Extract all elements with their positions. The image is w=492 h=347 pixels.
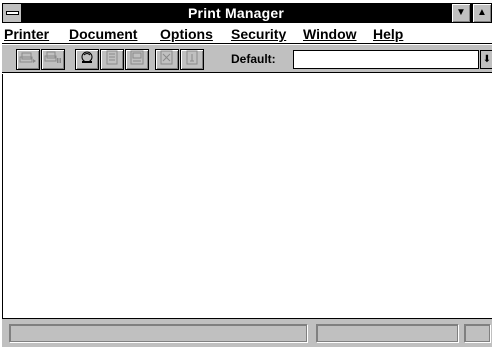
- print-manager-window: Print Manager ▼ ▲ Printer Document Optio…: [0, 0, 492, 347]
- system-menu-bar-glyph: [6, 11, 19, 15]
- pause-document-button[interactable]: [100, 49, 124, 70]
- delete-document-button[interactable]: [155, 49, 179, 70]
- minimize-button[interactable]: ▼: [451, 3, 471, 23]
- resume-document-icon: [130, 50, 144, 65]
- menu-printer[interactable]: Printer: [4, 26, 49, 42]
- printer-properties-button[interactable]: [16, 49, 40, 70]
- document-details-button[interactable]: [75, 49, 99, 70]
- menu-bar: Printer Document Options Security Window…: [2, 24, 492, 44]
- pause-printer-icon: [44, 51, 61, 63]
- status-pane-secondary: [316, 324, 458, 342]
- menu-security-label: Security: [231, 26, 287, 42]
- menu-options-label: Options: [160, 26, 213, 42]
- chevron-down-icon[interactable]: ⬇: [480, 50, 492, 69]
- printer-properties-icon: [19, 52, 36, 63]
- default-printer-select[interactable]: [293, 50, 479, 69]
- title-bar[interactable]: Print Manager ▼ ▲: [2, 3, 492, 23]
- toolbar: Default: ⬇: [2, 45, 492, 73]
- default-printer-label: Default:: [231, 52, 276, 66]
- system-menu-icon[interactable]: [2, 3, 22, 23]
- menu-help-label: Help: [373, 26, 404, 42]
- menu-window-label: Window: [303, 26, 357, 42]
- pause-printer-button[interactable]: [41, 49, 65, 70]
- menu-document[interactable]: Document: [69, 26, 137, 42]
- menu-options[interactable]: Options: [160, 26, 213, 42]
- menu-document-label: Document: [69, 26, 138, 42]
- resume-document-button[interactable]: [125, 49, 149, 70]
- window-title: Print Manager: [188, 5, 284, 21]
- menu-printer-label: Printer: [4, 26, 50, 42]
- menu-security[interactable]: Security: [231, 26, 286, 42]
- menu-help[interactable]: Help: [373, 26, 403, 42]
- status-pane-main: [9, 324, 307, 342]
- document-details-icon: [81, 51, 93, 63]
- status-pane-small: [464, 324, 490, 342]
- delete-document-icon: [160, 50, 173, 65]
- pause-document-icon: [106, 50, 118, 65]
- connect-printer-button[interactable]: [180, 49, 204, 70]
- print-queue-area[interactable]: [2, 74, 492, 318]
- maximize-button[interactable]: ▲: [472, 3, 492, 23]
- menu-window[interactable]: Window: [303, 26, 357, 42]
- status-bar: [2, 318, 492, 347]
- connect-printer-icon: [186, 50, 198, 65]
